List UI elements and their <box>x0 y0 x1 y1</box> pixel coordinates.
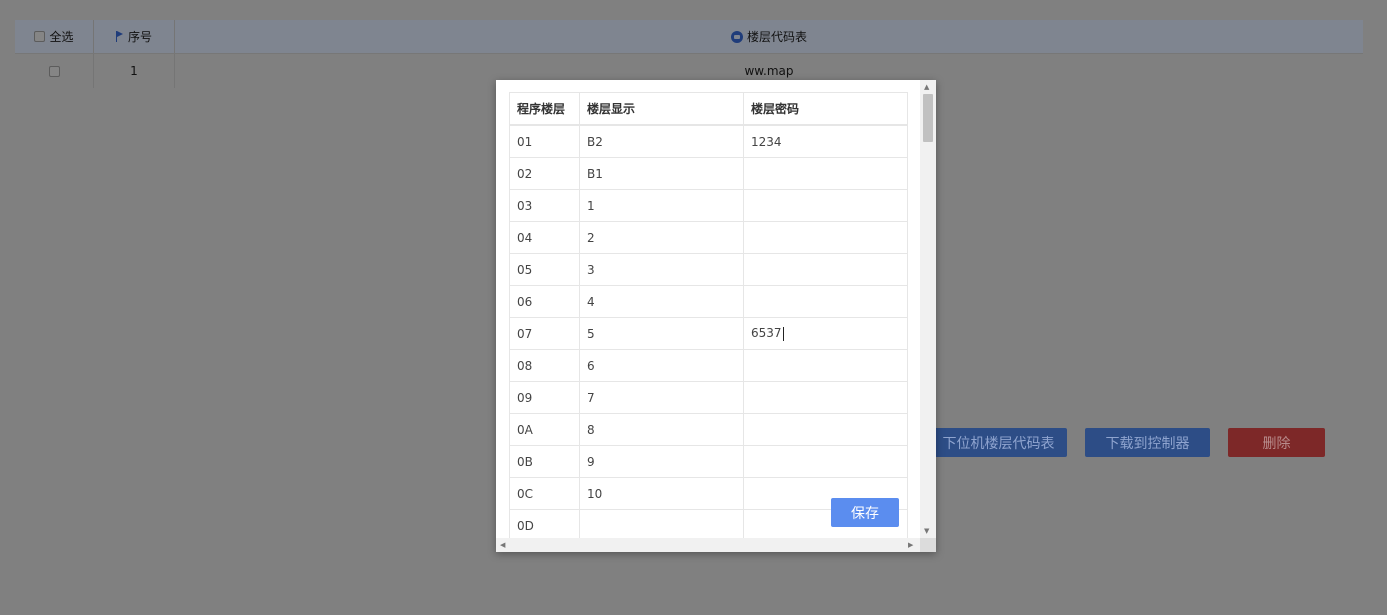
floor-password-cell[interactable] <box>743 189 908 222</box>
floor-password-cell[interactable] <box>743 157 908 190</box>
floor-password-cell[interactable] <box>743 413 908 446</box>
program-floor-cell: 01 <box>509 124 580 158</box>
column-header-floor-display: 楼层显示 <box>579 92 744 126</box>
grid-row: 0B 9 <box>509 445 908 478</box>
floor-password-cell[interactable] <box>743 349 908 382</box>
floor-display-cell[interactable] <box>579 509 744 538</box>
select-all-label: 全选 <box>49 30 74 44</box>
program-floor-cell: 03 <box>509 189 580 222</box>
index-header-label: 序号 <box>127 30 152 44</box>
floor-display-cell[interactable]: 1 <box>579 189 744 222</box>
program-floor-cell: 05 <box>509 253 580 286</box>
grid-row: 02 B1 <box>509 157 908 190</box>
floor-code-list: 全选 序号 楼层代码表 1 ww.map <box>15 20 1363 88</box>
upload-floor-code-button[interactable]: 下位机楼层代码表 <box>930 428 1067 457</box>
program-floor-cell: 02 <box>509 157 580 190</box>
floor-display-cell[interactable]: 10 <box>579 477 744 510</box>
grid-row: 09 7 <box>509 381 908 414</box>
floor-display-cell[interactable]: 6 <box>579 349 744 382</box>
floor-password-cell[interactable]: 1234 <box>743 124 908 158</box>
program-floor-cell: 09 <box>509 381 580 414</box>
floor-display-cell[interactable]: 7 <box>579 381 744 414</box>
select-all-header[interactable]: 全选 <box>15 20 94 53</box>
floor-display-cell[interactable]: 8 <box>579 413 744 446</box>
floor-display-cell[interactable]: 2 <box>579 221 744 254</box>
floor-code-edit-dialog: 程序楼层 楼层显示 楼层密码 01 B2 1234 02 B1 03 1 04 2 05 3 06 4 0… <box>496 80 936 552</box>
horizontal-scrollbar[interactable]: ◀ ▶ <box>496 538 920 552</box>
grid-row: 05 3 <box>509 253 908 286</box>
flag-icon <box>115 31 124 42</box>
download-to-controller-button[interactable]: 下载到控制器 <box>1085 428 1210 457</box>
floor-password-cell[interactable] <box>743 253 908 286</box>
program-floor-cell: 0C <box>509 477 580 510</box>
program-floor-cell: 0D <box>509 509 580 538</box>
floor-display-cell[interactable]: 3 <box>579 253 744 286</box>
program-floor-cell: 06 <box>509 285 580 318</box>
save-button[interactable]: 保存 <box>831 498 899 527</box>
program-floor-cell: 08 <box>509 349 580 382</box>
floor-code-table-header: 楼层代码表 <box>175 20 1363 53</box>
floor-display-cell[interactable]: 9 <box>579 445 744 478</box>
column-header-floor-password: 楼层密码 <box>743 92 908 126</box>
floor-code-table-header-label: 楼层代码表 <box>746 30 807 44</box>
scroll-up-arrow-icon[interactable]: ▲ <box>924 82 929 92</box>
floor-password-cell[interactable]: 6537 <box>743 317 908 350</box>
grid-row: 04 2 <box>509 221 908 254</box>
grid-header-row: 程序楼层 楼层显示 楼层密码 <box>509 92 908 126</box>
vertical-scrollbar[interactable]: ▲ ▼ <box>920 80 936 538</box>
program-floor-cell: 0A <box>509 413 580 446</box>
scroll-right-arrow-icon[interactable]: ▶ <box>908 540 913 550</box>
floor-password-cell[interactable] <box>743 221 908 254</box>
column-header-program-floor: 程序楼层 <box>509 92 580 126</box>
grid-row: 03 1 <box>509 189 908 222</box>
grid-row: 07 5 6537 <box>509 317 908 350</box>
list-header: 全选 序号 楼层代码表 <box>15 20 1363 54</box>
program-floor-cell: 0B <box>509 445 580 478</box>
row-index: 1 <box>94 54 175 88</box>
grid-row: 0A 8 <box>509 413 908 446</box>
floor-password-cell[interactable] <box>743 445 908 478</box>
database-icon <box>730 30 743 43</box>
floor-password-cell[interactable] <box>743 381 908 414</box>
grid-row: 06 4 <box>509 285 908 318</box>
floor-password-cell[interactable] <box>743 285 908 318</box>
delete-button[interactable]: 删除 <box>1228 428 1325 457</box>
grid-row: 01 B2 1234 <box>509 124 908 158</box>
select-all-checkbox[interactable] <box>34 31 46 42</box>
dialog-scroll-area: 程序楼层 楼层显示 楼层密码 01 B2 1234 02 B1 03 1 04 2 05 3 06 4 0… <box>496 80 920 538</box>
floor-display-cell[interactable]: B2 <box>579 124 744 158</box>
floor-display-cell[interactable]: 4 <box>579 285 744 318</box>
scroll-down-arrow-icon[interactable]: ▼ <box>924 526 929 536</box>
program-floor-cell: 04 <box>509 221 580 254</box>
row-select-cell[interactable] <box>15 54 94 88</box>
program-floor-cell: 07 <box>509 317 580 350</box>
scroll-left-arrow-icon[interactable]: ◀ <box>500 540 505 550</box>
grid-row: 08 6 <box>509 349 908 382</box>
vertical-scroll-thumb[interactable] <box>923 94 933 142</box>
floor-display-cell[interactable]: B1 <box>579 157 744 190</box>
index-header: 序号 <box>94 20 175 53</box>
text-cursor <box>782 326 784 341</box>
scrollbar-corner <box>920 538 936 552</box>
row-checkbox[interactable] <box>48 65 60 77</box>
floor-display-cell[interactable]: 5 <box>579 317 744 350</box>
floor-code-grid: 程序楼层 楼层显示 楼层密码 01 B2 1234 02 B1 03 1 04 2 05 3 06 4 0… <box>509 92 908 538</box>
